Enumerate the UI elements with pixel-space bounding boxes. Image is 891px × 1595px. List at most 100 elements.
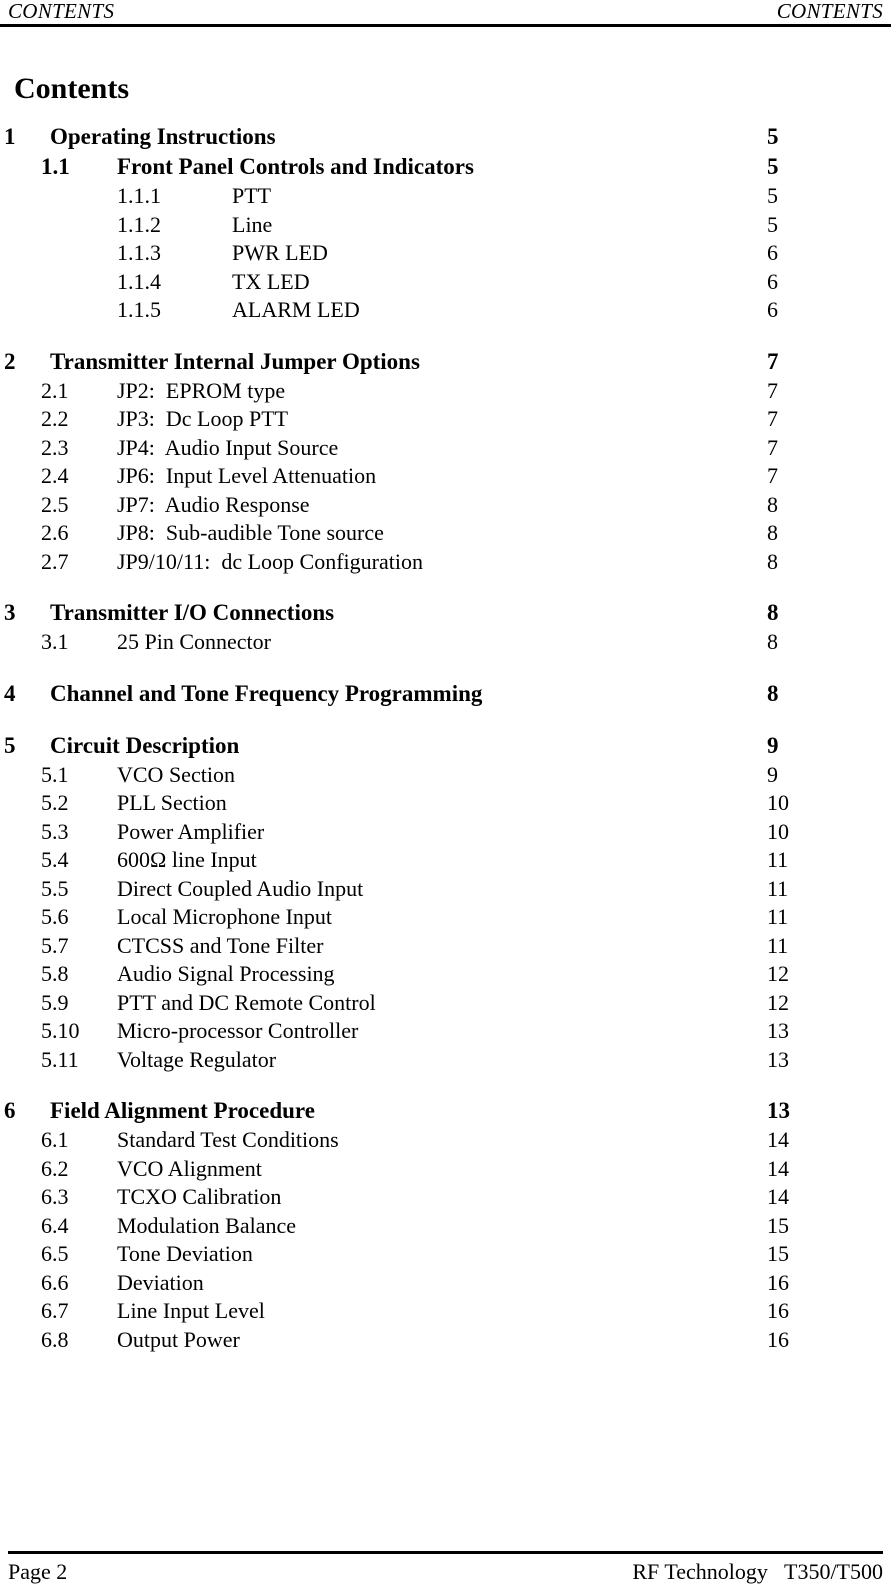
toc-entry-page-number: 7 [767, 434, 778, 460]
toc-entry-page-number: 5 [767, 211, 778, 237]
toc-entry-number: 6.1 [41, 1127, 69, 1152]
toc-entry[interactable]: 2.1 JP2: EPROM type 7 [0, 377, 891, 406]
toc-entry-page-number: 13 [767, 1018, 789, 1043]
toc-entry-page-number: 12 [767, 989, 789, 1015]
toc-entry-label: JP7: Audio Response [117, 491, 310, 517]
toc-entry-page-number: 11 [767, 847, 789, 872]
toc-entry-number: 6.7 [41, 1298, 69, 1323]
toc-entry-label: Modulation Balance [117, 1212, 297, 1238]
toc-entry-number: 5.11 [41, 1046, 79, 1072]
toc-entry-number: 5.8 [41, 961, 69, 986]
toc-entry-page-number: 14 [767, 1155, 789, 1181]
toc-entry[interactable]: 5.8 Audio Signal Processing 12 [0, 960, 891, 989]
toc-entry-label: Direct Coupled Audio Input [117, 875, 364, 901]
toc-entry-number: 1 [4, 124, 16, 149]
running-header: CONTENTS CONTENTS [8, 0, 883, 24]
toc-entry-page-number: 10 [767, 818, 789, 844]
toc-entry[interactable]: 5.5 Direct Coupled Audio Input 11 [0, 875, 891, 904]
toc-entry-page-number: 13 [767, 1046, 789, 1072]
toc-entry-label: TCXO Calibration [117, 1184, 282, 1209]
toc-entry-label: CTCSS and Tone Filter [117, 932, 324, 958]
toc-entry-label: Operating Instructions [50, 124, 276, 149]
toc-entry[interactable]: 1.1 Front Panel Controls and Indicators 5 [0, 152, 891, 182]
toc-entry[interactable]: 2.6 JP8: Sub-audible Tone source 8 [0, 519, 891, 548]
toc-entry-label: Transmitter Internal Jumper Options [50, 348, 420, 374]
toc-entry-number: 2.3 [41, 434, 69, 460]
toc-entry-label: Voltage Regulator [117, 1046, 277, 1072]
toc-entry[interactable]: 5.10 Micro-processor Controller 13 [0, 1017, 891, 1046]
toc-entry[interactable]: 6.5 Tone Deviation 15 [0, 1240, 891, 1269]
toc-entry-label: Transmitter I/O Connections [50, 600, 335, 625]
toc-entry[interactable]: 5.3 Power Amplifier 10 [0, 818, 891, 847]
toc-entry-number: 5.9 [41, 989, 69, 1015]
toc-entry[interactable]: 4 Channel and Tone Frequency Programming 8 [0, 679, 891, 709]
toc-entry-number: 5.6 [41, 904, 69, 929]
header-rule [0, 24, 891, 27]
toc-entry[interactable]: 1.1.1 PTT 5 [0, 182, 891, 211]
toc-entry[interactable]: 1 Operating Instructions 5 [0, 122, 891, 152]
toc-entry-label: PTT [232, 183, 272, 208]
toc-entry-number: 6.5 [41, 1241, 69, 1266]
toc-entry-number: 5.2 [41, 790, 69, 815]
toc-entry[interactable]: 5.2 PLL Section 10 [0, 789, 891, 818]
toc-entry[interactable]: 3.1 25 Pin Connector 8 [0, 628, 891, 657]
toc-entry[interactable]: 1.1.5 ALARM LED 6 [0, 296, 891, 325]
toc-entry[interactable]: 1.1.4 TX LED 6 [0, 268, 891, 297]
toc-entry-number: 4 [4, 680, 16, 706]
toc-entry[interactable]: 6 Field Alignment Procedure 13 [0, 1096, 891, 1126]
toc-entry-page-number: 5 [767, 154, 779, 179]
toc-entry[interactable]: 6.4 Modulation Balance 15 [0, 1212, 891, 1241]
toc-entry[interactable]: 5.6 Local Microphone Input 11 [0, 903, 891, 932]
toc-entry-page-number: 15 [767, 1212, 789, 1238]
toc-entry[interactable]: 2.4 JP6: Input Level Attenuation 7 [0, 462, 891, 491]
toc-entry-page-number: 15 [767, 1241, 789, 1266]
toc-entry[interactable]: 5 Circuit Description 9 [0, 731, 891, 761]
toc-entry-number: 2.6 [41, 520, 69, 545]
toc-entry-number: 6 [4, 1098, 16, 1123]
toc-entry-page-number: 7 [767, 463, 778, 488]
toc-entry[interactable]: 5.4 600Ω line Input 11 [0, 846, 891, 875]
footer-product-label: RF Technology T350/T500 [632, 1559, 883, 1584]
toc-entry[interactable]: 6.1 Standard Test Conditions 14 [0, 1126, 891, 1155]
toc-entry[interactable]: 5.11 Voltage Regulator 13 [0, 1046, 891, 1075]
toc-entry-number: 6.6 [41, 1269, 69, 1295]
toc-entry-number: 2.1 [41, 377, 69, 403]
toc-entry-page-number: 16 [767, 1298, 789, 1323]
toc-entry-page-number: 7 [767, 348, 779, 374]
toc-entry-number: 1.1.2 [117, 211, 161, 237]
toc-entry[interactable]: 2.3 JP4: Audio Input Source 7 [0, 434, 891, 463]
toc-entry-page-number: 6 [767, 240, 778, 265]
toc-group: 1 Operating Instructions 5 1.1 Front Panel C… [0, 122, 891, 325]
toc-entry[interactable]: 2.5 JP7: Audio Response 8 [0, 491, 891, 520]
document-page: CONTENTS CONTENTS Contents 1 Operating In… [0, 0, 891, 1595]
toc-entry-page-number: 14 [767, 1184, 789, 1209]
toc-entry-page-number: 16 [767, 1326, 789, 1352]
toc-entry-page-number: 9 [767, 732, 779, 758]
toc-entry-page-number: 14 [767, 1127, 789, 1152]
toc-entry[interactable]: 5.7 CTCSS and Tone Filter 11 [0, 932, 891, 961]
toc-entry[interactable]: 6.6 Deviation 16 [0, 1269, 891, 1298]
toc-entry-page-number: 8 [767, 491, 778, 517]
toc-entry[interactable]: 6.8 Output Power 16 [0, 1326, 891, 1355]
toc-entry[interactable]: 5.9 PTT and DC Remote Control 12 [0, 989, 891, 1018]
toc-entry[interactable]: 2 Transmitter Internal Jumper Options 7 [0, 347, 891, 377]
toc-entry[interactable]: 3 Transmitter I/O Connections 8 [0, 598, 891, 628]
toc-entry-label: JP4: Audio Input Source [117, 434, 339, 460]
toc-entry-page-number: 8 [767, 548, 778, 574]
toc-entry-page-number: 11 [767, 932, 789, 958]
toc-entry-label: VCO Section [117, 761, 235, 787]
toc-entry-label: 25 Pin Connector [117, 629, 271, 654]
toc-entry[interactable]: 6.7 Line Input Level 16 [0, 1297, 891, 1326]
toc-entry-label: Channel and Tone Frequency Programming [50, 680, 483, 706]
toc-entry[interactable]: 1.1.3 PWR LED 6 [0, 239, 891, 268]
toc-entry[interactable]: 2.2 JP3: Dc Loop PTT 7 [0, 405, 891, 434]
toc-entry-page-number: 9 [767, 761, 778, 787]
toc-entry-label: PLL Section [117, 790, 227, 815]
toc-entry-number: 5.5 [41, 875, 69, 901]
toc-entry[interactable]: 2.7 JP9/10/11: dc Loop Configuration 8 [0, 548, 891, 577]
toc-entry[interactable]: 5.1 VCO Section 9 [0, 761, 891, 790]
running-header-right: CONTENTS [776, 0, 883, 23]
toc-entry[interactable]: 6.2 VCO Alignment 14 [0, 1155, 891, 1184]
toc-entry[interactable]: 6.3 TCXO Calibration 14 [0, 1183, 891, 1212]
toc-entry[interactable]: 1.1.2 Line 5 [0, 211, 891, 240]
